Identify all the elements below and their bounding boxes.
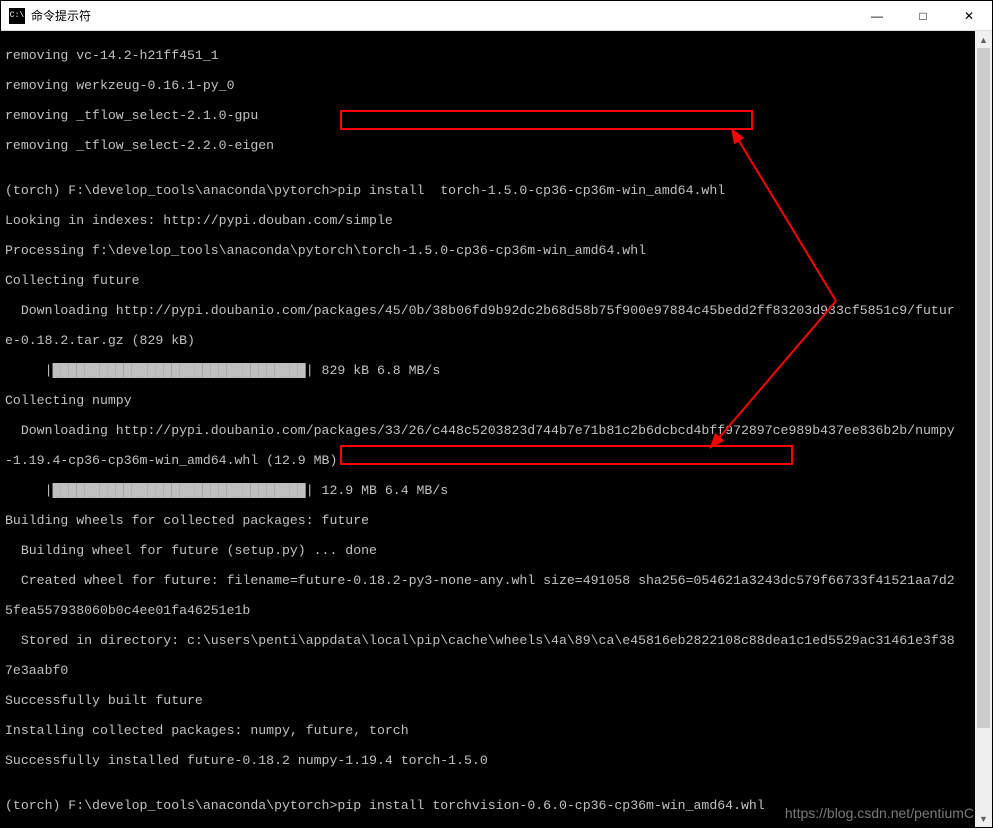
output-line: Collecting numpy bbox=[5, 393, 992, 408]
output-line: -1.19.4-cp36-cp36m-win_amd64.whl (12.9 M… bbox=[5, 453, 992, 468]
output-line: Processing f:\develop_tools\anaconda\pyt… bbox=[5, 243, 992, 258]
output-line: Created wheel for future: filename=futur… bbox=[5, 573, 992, 588]
output-line: Downloading http://pypi.doubanio.com/pac… bbox=[5, 423, 992, 438]
vertical-scrollbar[interactable]: ▲ ▼ bbox=[975, 31, 992, 827]
output-line: removing vc-14.2-h21ff451_1 bbox=[5, 48, 992, 63]
output-line: 5fea557938060b0c4ee01fa46251e1b bbox=[5, 603, 992, 618]
output-line: 7e3aabf0 bbox=[5, 663, 992, 678]
output-line: removing _tflow_select-2.2.0-eigen bbox=[5, 138, 992, 153]
watermark-text: https://blog.csdn.net/pentiumC bbox=[785, 805, 974, 821]
window-title: 命令提示符 bbox=[31, 7, 854, 24]
output-line: Downloading http://pypi.doubanio.com/pac… bbox=[5, 303, 992, 318]
output-line: |████████████████████████████████| 12.9 … bbox=[5, 483, 992, 498]
maximize-button[interactable]: □ bbox=[900, 1, 946, 31]
scrollbar-up-arrow-icon[interactable]: ▲ bbox=[975, 31, 992, 48]
output-line: |████████████████████████████████| 829 k… bbox=[5, 363, 992, 378]
minimize-button[interactable]: — bbox=[854, 1, 900, 31]
close-button[interactable]: ✕ bbox=[946, 1, 992, 31]
terminal-output[interactable]: removing vc-14.2-h21ff451_1 removing wer… bbox=[1, 31, 992, 827]
output-line: removing werkzeug-0.16.1-py_0 bbox=[5, 78, 992, 93]
scrollbar-down-arrow-icon[interactable]: ▼ bbox=[975, 810, 992, 827]
output-line: Building wheel for future (setup.py) ...… bbox=[5, 543, 992, 558]
window-controls: — □ ✕ bbox=[854, 1, 992, 31]
output-line: Successfully installed future-0.18.2 num… bbox=[5, 753, 992, 768]
output-line: Installing collected packages: numpy, fu… bbox=[5, 723, 992, 738]
prompt-line: (torch) F:\develop_tools\anaconda\pytorc… bbox=[5, 183, 992, 198]
output-line: Looking in indexes: http://pypi.douban.c… bbox=[5, 213, 992, 228]
output-line: Stored in directory: c:\users\penti\appd… bbox=[5, 633, 992, 648]
output-line: Successfully built future bbox=[5, 693, 992, 708]
cmd-icon: C:\ bbox=[9, 8, 25, 24]
output-line: e-0.18.2.tar.gz (829 kB) bbox=[5, 333, 992, 348]
scrollbar-thumb[interactable] bbox=[977, 48, 990, 728]
output-line: removing _tflow_select-2.1.0-gpu bbox=[5, 108, 992, 123]
window-titlebar: C:\ 命令提示符 — □ ✕ bbox=[1, 1, 992, 31]
output-line: Building wheels for collected packages: … bbox=[5, 513, 992, 528]
output-line: Collecting future bbox=[5, 273, 992, 288]
